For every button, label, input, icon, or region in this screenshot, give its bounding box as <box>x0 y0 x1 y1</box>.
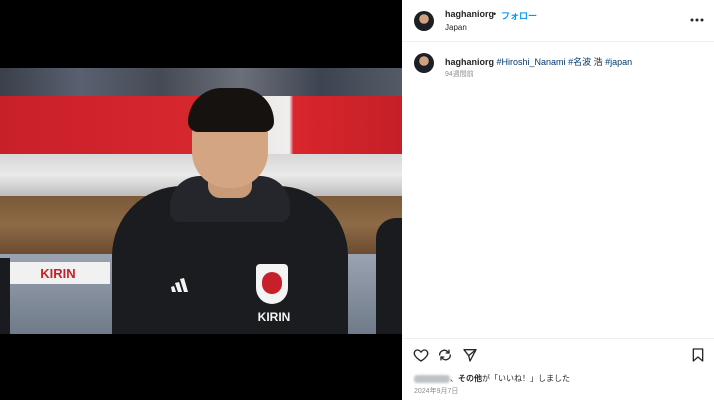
heart-icon[interactable] <box>413 347 429 363</box>
likes-suffix: が「いいね！」しました <box>482 374 570 383</box>
hashtag-link[interactable]: #名波 <box>568 57 591 67</box>
send-icon[interactable] <box>462 347 478 363</box>
likes-summary[interactable]: 、その他が「いいね！」しました <box>414 373 570 384</box>
avatar[interactable] <box>414 53 434 73</box>
bookmark-icon[interactable] <box>690 347 706 363</box>
coach-figure: KIRIN <box>112 78 348 334</box>
likes-others-link[interactable]: その他 <box>458 374 482 383</box>
likes-separator: 、 <box>450 374 458 383</box>
hair <box>188 88 274 132</box>
adidas-logo-icon <box>171 278 188 292</box>
location-link[interactable]: Japan <box>445 23 467 32</box>
side-figure-right <box>376 218 402 334</box>
caption-word: 浩 <box>593 57 603 67</box>
share-loop-icon[interactable] <box>437 347 453 363</box>
post-date[interactable]: 2024年9月7日 <box>414 386 458 396</box>
post-media[interactable]: KIRIN KIRIN <box>0 0 402 400</box>
post-side-panel: haghaniorg • フォロー Japan haghaniorg #Hiro… <box>402 0 714 400</box>
follow-button[interactable]: フォロー <box>501 9 537 22</box>
side-figure-left <box>0 258 10 334</box>
caption-text: haghaniorg #Hiroshi_Nanami #名波 浩 #japan <box>445 55 632 68</box>
liker-name-blurred[interactable] <box>414 374 450 383</box>
avatar[interactable] <box>414 11 434 31</box>
action-bar <box>402 338 714 372</box>
hashtag-link[interactable]: #japan <box>605 57 632 67</box>
caption-timestamp[interactable]: 94週間前 <box>445 69 474 79</box>
username-link[interactable]: haghaniorg <box>445 9 494 19</box>
caption-username[interactable]: haghaniorg <box>445 57 494 67</box>
more-horizontal-icon[interactable] <box>689 14 705 26</box>
crest-emblem <box>262 272 282 294</box>
kirin-chest-logo: KIRIN <box>257 310 291 324</box>
hashtag-link[interactable]: #Hiroshi_Nanami <box>497 57 566 67</box>
separator-dot: • <box>493 9 497 19</box>
kirin-ad-board: KIRIN <box>6 262 110 284</box>
post-photo: KIRIN KIRIN <box>0 68 402 334</box>
post-header: haghaniorg • フォロー Japan <box>402 0 714 42</box>
